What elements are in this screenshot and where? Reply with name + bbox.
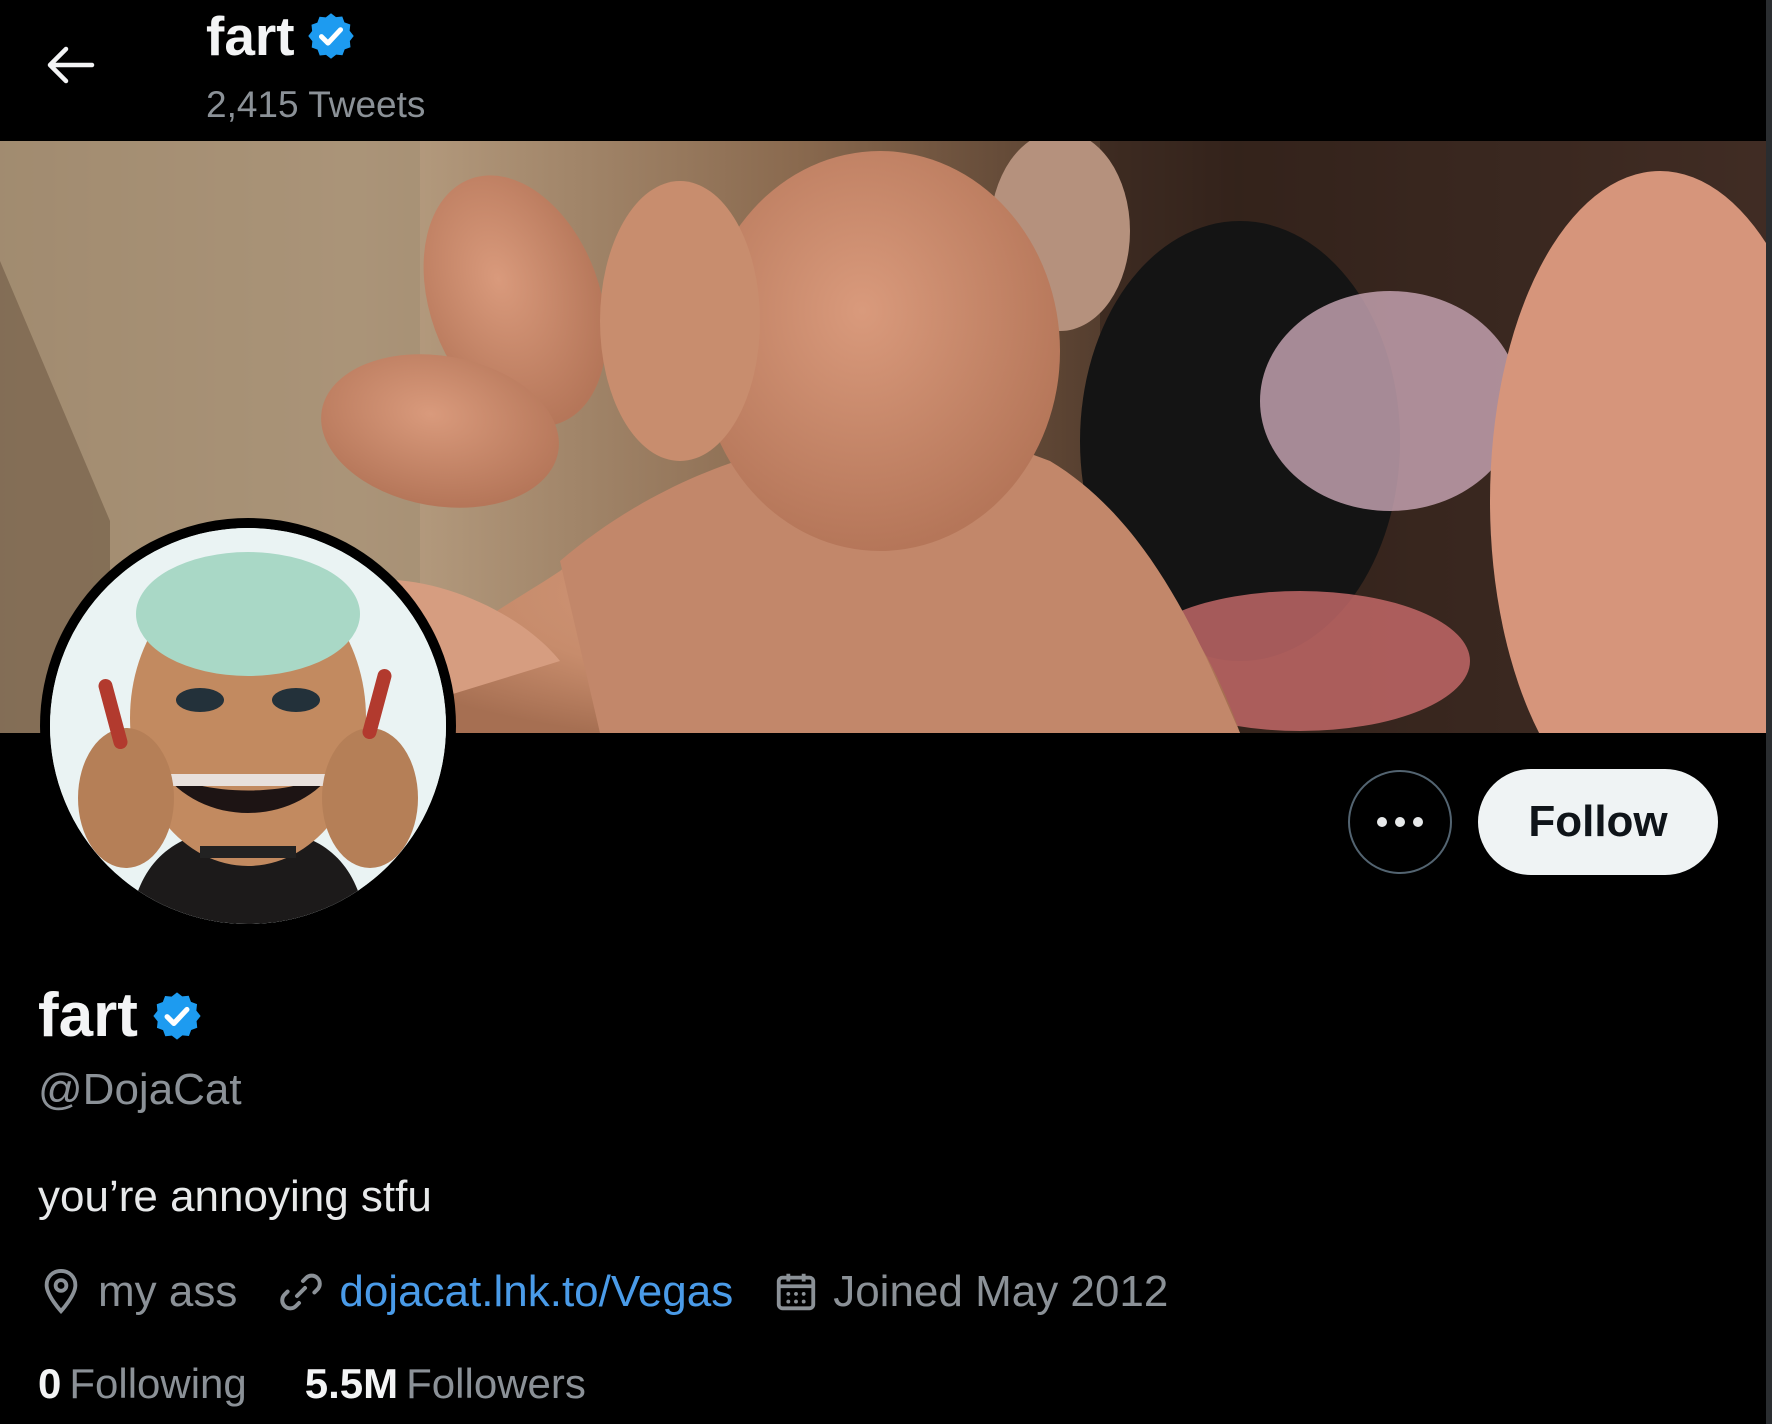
verified-badge-icon <box>307 13 354 59</box>
back-button[interactable] <box>32 30 108 100</box>
header-display-name: fart <box>206 5 295 67</box>
profile-display-name: fart <box>38 981 138 1050</box>
header-title: fart <box>206 4 357 68</box>
profile-avatar[interactable] <box>40 518 456 934</box>
joined-item: Joined May 2012 <box>773 1267 1168 1317</box>
back-arrow-icon <box>47 46 95 84</box>
verified-badge-icon <box>153 991 201 1040</box>
website-item[interactable]: dojacat.lnk.to/Vegas <box>277 1267 733 1317</box>
followers-label: Followers <box>406 1360 586 1407</box>
more-icon <box>1377 817 1423 827</box>
link-icon <box>280 1273 323 1311</box>
followers-link[interactable]: 5.5M Followers <box>305 1360 586 1408</box>
profile-meta: my ass dojacat.lnk.to/Vegas Joined May 2… <box>38 1262 1208 1322</box>
avatar-photo <box>50 528 446 924</box>
more-options-button[interactable] <box>1348 770 1452 874</box>
location-item: my ass <box>38 1267 237 1317</box>
follow-button[interactable]: Follow <box>1478 769 1718 875</box>
profile-header: fart 2,415 Tweets <box>0 0 1772 141</box>
following-label: Following <box>69 1360 247 1407</box>
following-link[interactable]: 0 Following <box>38 1360 247 1408</box>
profile-bio: you’re annoying stfu <box>38 1172 432 1221</box>
location-text: my ass <box>98 1267 238 1316</box>
profile-handle: @DojaCat <box>38 1065 242 1114</box>
calendar-icon <box>777 1273 816 1311</box>
following-count: 0 <box>38 1360 62 1407</box>
followers-count: 5.5M <box>304 1360 399 1407</box>
website-link[interactable]: dojacat.lnk.to/Vegas <box>339 1267 733 1317</box>
joined-text: Joined May 2012 <box>833 1267 1169 1316</box>
tweet-count: 2,415 Tweets <box>206 84 426 125</box>
profile-stats: 0 Following 5.5M Followers <box>38 1360 644 1408</box>
location-icon <box>44 1268 78 1315</box>
scrollbar-track[interactable] <box>1766 0 1772 1424</box>
profile-name: fart <box>38 980 204 1051</box>
